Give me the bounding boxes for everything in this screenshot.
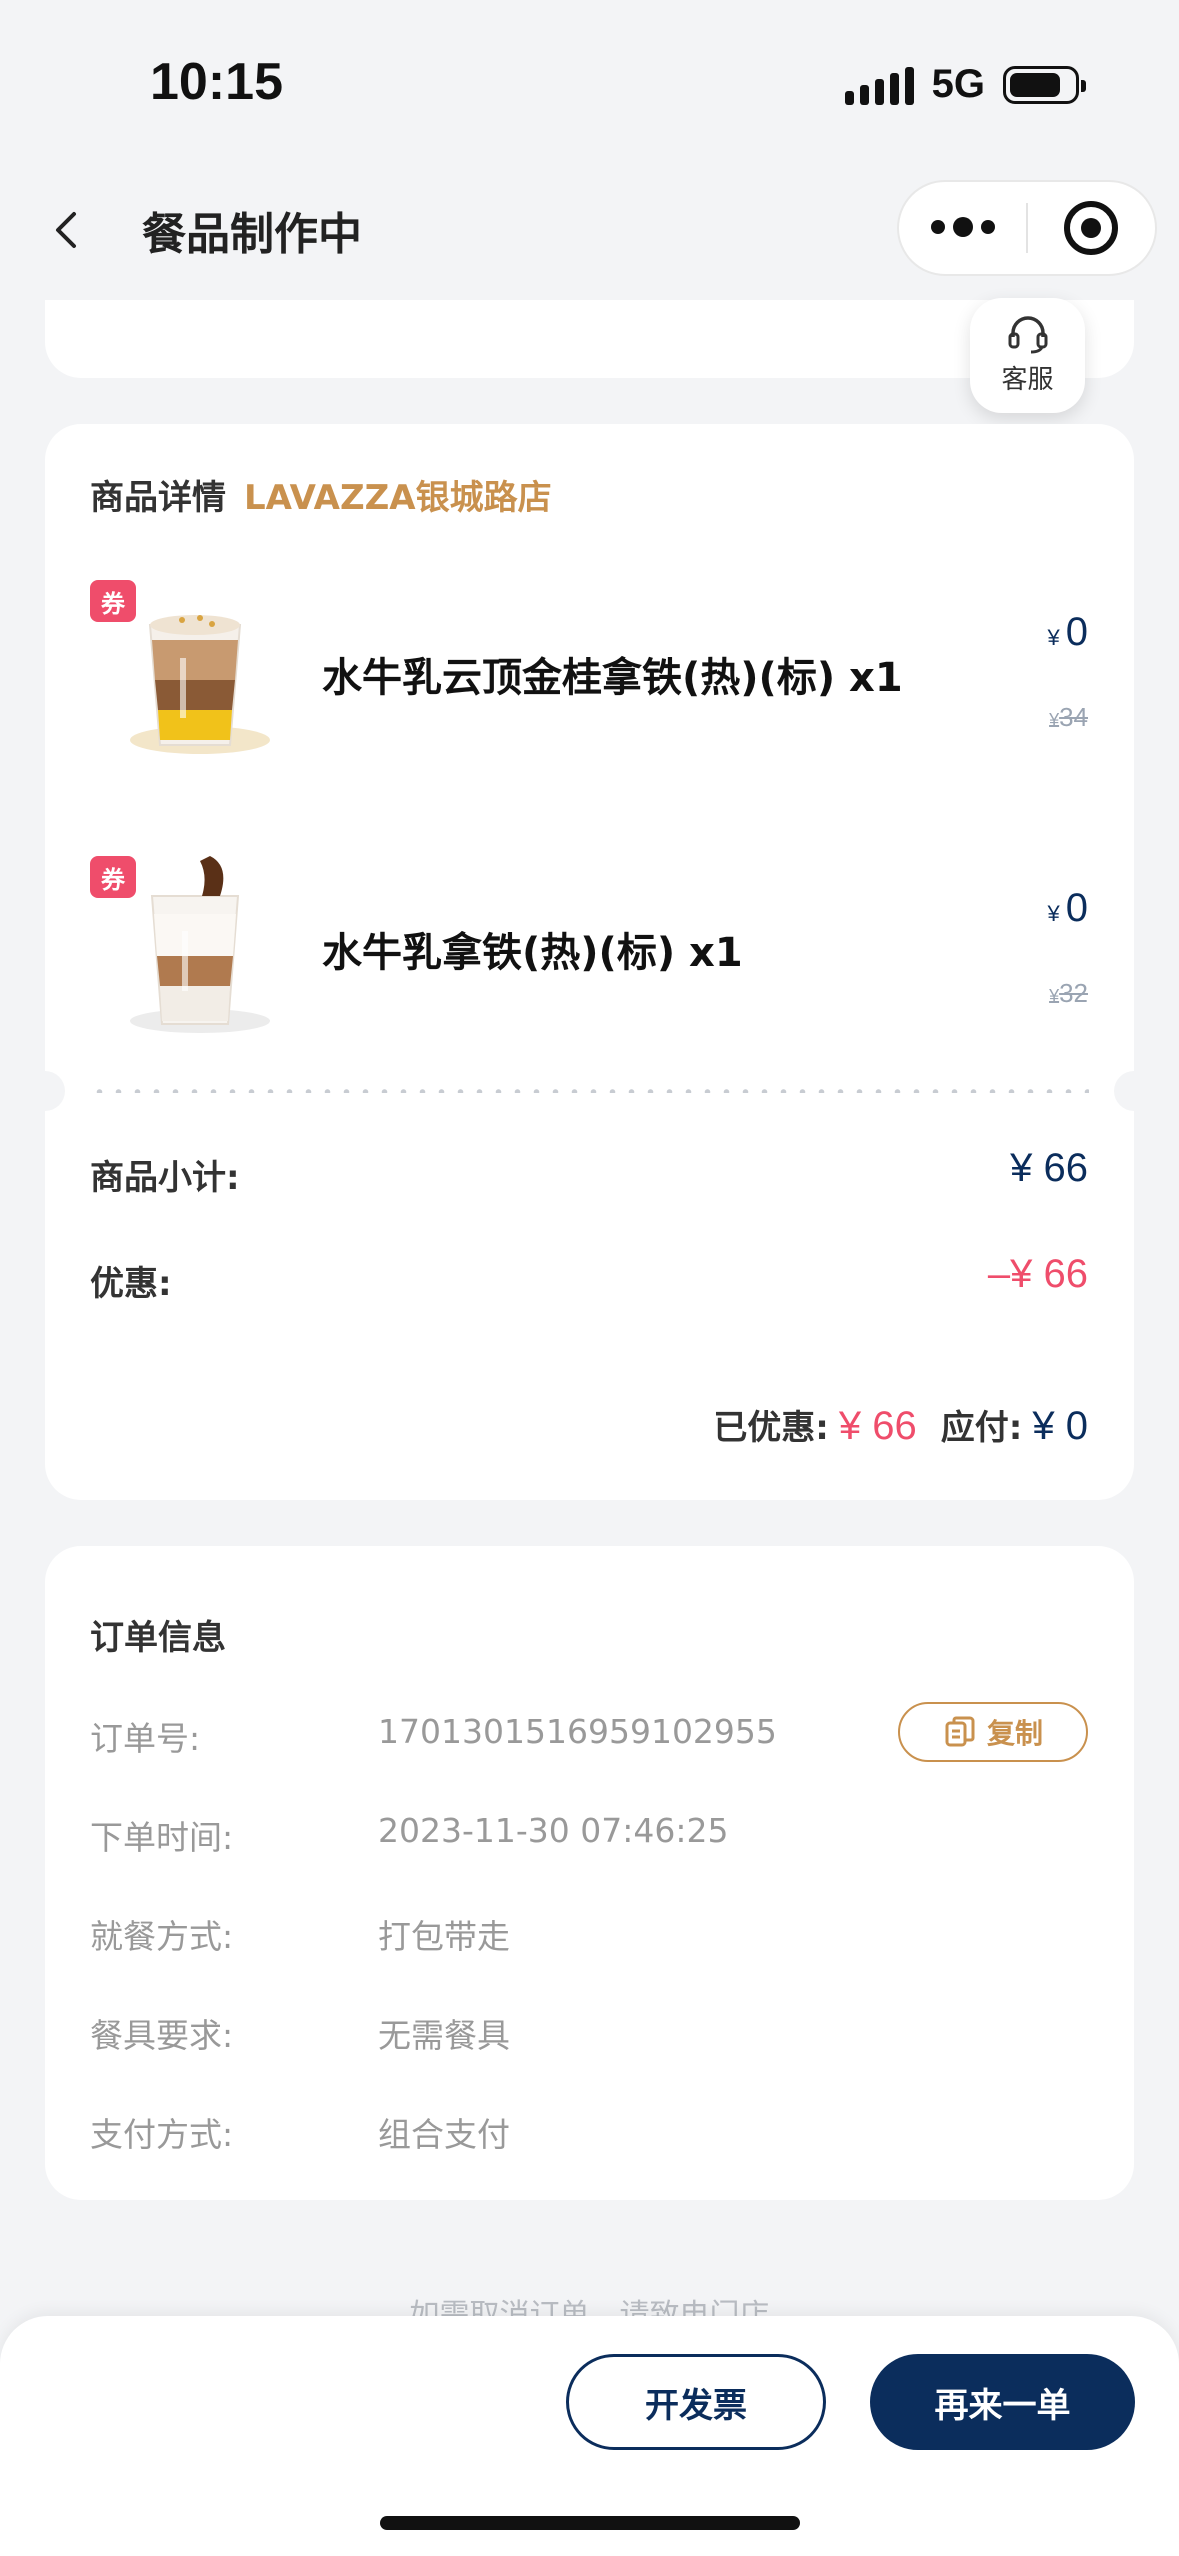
currency-symbol: ¥ (1047, 625, 1060, 650)
battery-icon (1003, 65, 1086, 104)
item-price: ¥0 (1048, 886, 1089, 931)
item-price-value: 0 (1065, 886, 1088, 930)
dotted-divider (90, 1089, 1089, 1093)
goods-header-label: 商品详情 (90, 478, 226, 518)
currency-symbol: ¥ (1049, 986, 1060, 1006)
network-label: 5G (931, 62, 985, 106)
subtotal-label: 商品小计: (90, 1158, 240, 1198)
close-miniprogram-icon[interactable] (1028, 201, 1155, 255)
item-original-price: ¥34 (1049, 702, 1088, 733)
currency-symbol: ¥ (1049, 710, 1060, 730)
totals-summary: 已优惠: ¥ 66 应付: ¥ 0 (713, 1400, 1088, 1449)
item-price: ¥0 (1048, 610, 1089, 655)
subtotal-value: ¥ 66 (1010, 1146, 1088, 1190)
saved-value: ¥ 66 (838, 1404, 917, 1448)
order-time-label: 下单时间: (90, 1818, 234, 1857)
goods-header: 商品详情 LAVAZZA银城路店 (90, 470, 552, 519)
item-original-price-value: 34 (1059, 702, 1088, 732)
copy-label: 复制 (986, 1717, 1043, 1750)
order-time-value: 2023-11-30 07:46:25 (378, 1811, 729, 1850)
discount-label: 优惠: (90, 1264, 172, 1304)
utensils-label: 餐具要求: (90, 2016, 234, 2055)
order-number-value: 1701301516959102955 (378, 1712, 777, 1751)
more-icon[interactable] (899, 216, 1026, 237)
perforation-notch-right (1114, 1071, 1154, 1111)
item-name: 水牛乳拿铁(热)(标) x1 (322, 930, 743, 976)
item-name: 水牛乳云顶金桂拿铁(热)(标) x1 (322, 655, 903, 701)
status-time: 10:15 (150, 53, 283, 111)
coupon-badge: 券 (90, 856, 136, 898)
reorder-button[interactable]: 再来一单 (870, 2354, 1135, 2450)
dining-mode-label: 就餐方式: (90, 1917, 234, 1956)
utensils-value: 无需餐具 (378, 2016, 510, 2055)
home-indicator (380, 2516, 800, 2530)
dining-mode-value: 打包带走 (378, 1917, 510, 1956)
copy-icon (945, 1716, 975, 1747)
currency-symbol: ¥ (1047, 901, 1060, 926)
copy-button[interactable]: 复制 (898, 1702, 1088, 1762)
coupon-badge: 券 (90, 580, 136, 622)
item-original-price-value: 32 (1059, 978, 1088, 1008)
invoice-button[interactable]: 开发票 (566, 2354, 826, 2450)
item-original-price: ¥32 (1049, 978, 1088, 1009)
miniprogram-capsule (897, 180, 1157, 276)
headset-icon (1008, 316, 1047, 354)
saved-label: 已优惠: (713, 1408, 829, 1448)
store-name[interactable]: LAVAZZA银城路店 (244, 470, 552, 519)
discount-value: –¥ 66 (987, 1252, 1088, 1296)
signal-icon (844, 65, 914, 105)
order-info-title: 订单信息 (90, 1618, 226, 1658)
payable-label: 应付: (940, 1408, 1023, 1448)
page-title: 餐品制作中 (142, 209, 362, 260)
order-number-label: 订单号: (90, 1719, 201, 1758)
payment-method-label: 支付方式: (90, 2115, 234, 2154)
item-price-value: 0 (1065, 610, 1088, 654)
status-icons: 5G (844, 62, 1086, 107)
payable-value: ¥ 0 (1032, 1404, 1088, 1448)
payment-method-value: 组合支付 (378, 2115, 510, 2154)
customer-service-label: 客服 (1001, 365, 1054, 395)
customer-service-button[interactable]: 客服 (970, 298, 1085, 413)
back-icon[interactable] (40, 200, 100, 260)
perforation-notch-left (25, 1071, 65, 1111)
